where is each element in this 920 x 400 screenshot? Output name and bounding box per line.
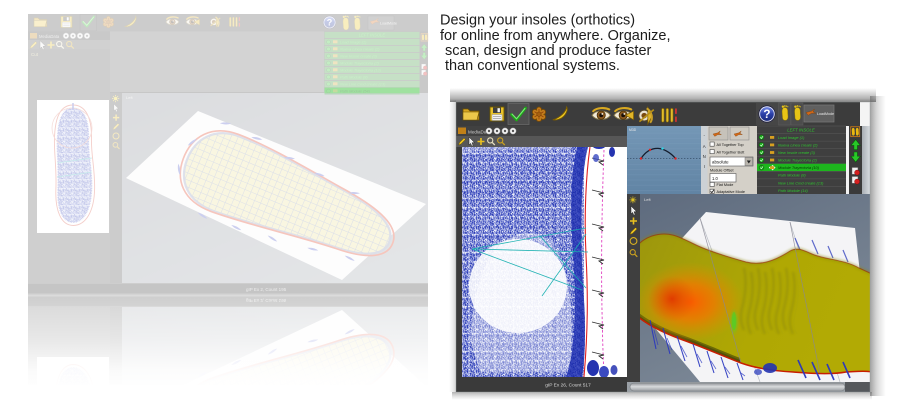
svg-text:Design your insoles (orthotics: Design your insoles (orthotics)	[440, 13, 635, 29]
svg-text:Load Image (1): Load Image (1)	[778, 135, 805, 140]
svg-text:scan, design and produce faste: scan, design and produce faster	[445, 43, 652, 59]
svg-text:1.0: 1.0	[712, 176, 718, 181]
svg-text:I: I	[704, 164, 705, 169]
svg-text:Left: Left	[644, 197, 652, 202]
svg-text:than conventional systems.: than conventional systems.	[445, 58, 620, 74]
svg-text:for online from anywhere. Orga: for online from anywhere. Organize,	[440, 28, 671, 44]
svg-text:Nueva Linea create (2): Nueva Linea create (2)	[778, 143, 818, 148]
svg-text:New Line Cmd create (13): New Line Cmd create (13)	[778, 180, 824, 185]
svg-text:New Insole create (3): New Insole create (3)	[778, 150, 816, 155]
svg-text:A: A	[703, 144, 706, 149]
svg-text:gIP Ex 26, Count 517: gIP Ex 26, Count 517	[545, 383, 591, 389]
svg-text:LEFT INSOLE: LEFT INSOLE	[787, 127, 815, 132]
svg-text:Flat Mode: Flat Mode	[717, 183, 734, 187]
svg-text:Adaptative Mode: Adaptative Mode	[717, 190, 746, 194]
svg-text:Path Module (14): Path Module (14)	[778, 188, 809, 193]
svg-text:M3D: M3D	[629, 128, 637, 132]
svg-text:Module Trayectoria (10): Module Trayectoria (10)	[778, 165, 820, 170]
svg-text:Module Trayectoria (2): Module Trayectoria (2)	[778, 158, 818, 163]
svg-text:All Together Bott: All Together Bott	[717, 151, 746, 155]
svg-text:Module Offset: Module Offset	[710, 169, 735, 173]
svg-text:Path Module (8): Path Module (8)	[778, 173, 806, 178]
svg-text:N: N	[703, 154, 706, 159]
svg-text:All Together Top: All Together Top	[717, 143, 744, 147]
svg-text:absolute: absolute	[712, 160, 729, 165]
svg-text:LoadMode: LoadMode	[817, 112, 834, 116]
